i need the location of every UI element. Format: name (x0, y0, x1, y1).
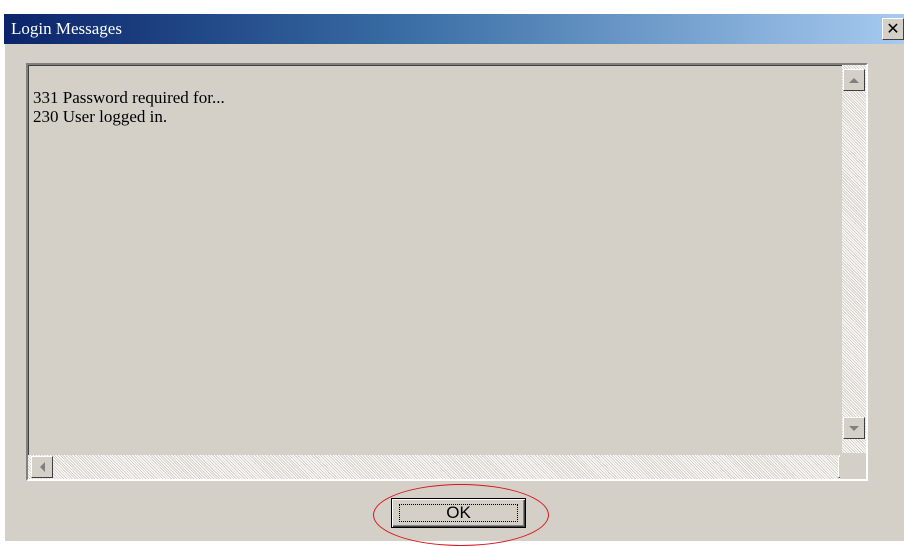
scrollbar-corner (840, 453, 866, 479)
close-icon: ✕ (886, 19, 900, 38)
ok-button-label: OK (399, 504, 518, 522)
messages-text: 331 Password required for... 230 User lo… (33, 88, 225, 126)
scroll-up-button[interactable] (843, 69, 865, 91)
window-title: Login Messages (11, 19, 122, 38)
arrow-down-icon (849, 425, 859, 431)
message-line: 230 User logged in. (33, 107, 168, 126)
scroll-left-button[interactable] (31, 456, 53, 478)
ok-button[interactable]: OK (391, 498, 526, 528)
messages-textarea[interactable]: 331 Password required for... 230 User lo… (26, 63, 868, 481)
arrow-left-icon (39, 462, 45, 472)
message-line: 331 Password required for... (33, 88, 225, 107)
vertical-scrollbar[interactable] (842, 65, 866, 453)
horizontal-scrollbar[interactable] (28, 455, 860, 479)
scroll-down-button[interactable] (843, 417, 865, 439)
title-bar[interactable]: Login Messages ✕ (4, 14, 904, 44)
arrow-up-icon (849, 77, 859, 83)
close-button[interactable]: ✕ (882, 18, 904, 40)
